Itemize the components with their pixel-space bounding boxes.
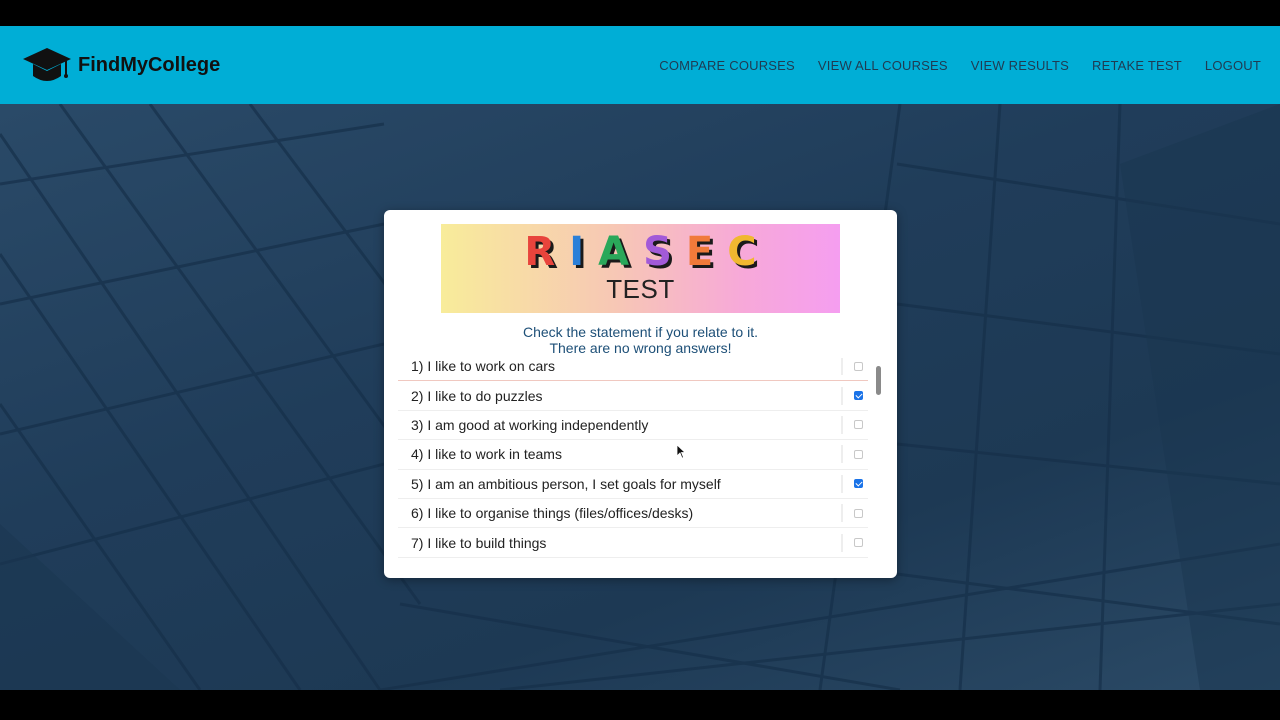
nav-view-results[interactable]: VIEW RESULTS	[971, 58, 1069, 73]
question-checkbox[interactable]	[854, 391, 863, 401]
question-text: 7) I like to build things	[411, 534, 547, 551]
brand[interactable]: FindMyCollege	[22, 46, 220, 84]
banner-letter: R	[524, 229, 570, 275]
banner-subtitle: TEST	[606, 274, 675, 304]
graduation-cap-icon	[23, 48, 71, 81]
question-row[interactable]: 2) I like to do puzzles	[398, 381, 868, 411]
nav-view-all-courses[interactable]: VIEW ALL COURSES	[818, 58, 948, 73]
question-row[interactable]: 6) I like to organise things (files/offi…	[398, 499, 868, 529]
question-row[interactable]: 7) I like to build things	[398, 528, 868, 558]
top-letterbox	[0, 0, 1280, 26]
question-row[interactable]: 3) I am good at working independently	[398, 411, 868, 441]
question-checkbox[interactable]	[854, 508, 863, 518]
question-text: 4) I like to work in teams	[411, 446, 562, 463]
navbar: FindMyCollege COMPARE COURSES VIEW ALL C…	[0, 26, 1280, 104]
question-list: 1) I like to work on cars 2) I like to do…	[398, 358, 868, 558]
list-scrollbar[interactable]	[876, 366, 881, 395]
question-list-container[interactable]: 1) I like to work on cars 2) I like to do…	[398, 358, 883, 561]
banner-letter: S	[643, 229, 686, 275]
instructions-line-2: There are no wrong answers!	[549, 340, 732, 356]
nav-links: COMPARE COURSES VIEW ALL COURSES VIEW RE…	[659, 58, 1261, 73]
question-row[interactable]: 5) I am an ambitious person, I set goals…	[398, 470, 868, 499]
checkbox-cell	[841, 358, 863, 376]
instructions-line-1: Check the statement if you relate to it.	[522, 324, 758, 340]
question-text: 2) I like to do puzzles	[411, 387, 543, 404]
instructions: Check the statement if you relate to it.…	[384, 324, 897, 356]
riasec-test-card: RIASEC TEST Check the statement if you r…	[384, 210, 897, 578]
banner-letter: I	[569, 229, 599, 275]
question-checkbox[interactable]	[854, 420, 863, 430]
question-row[interactable]: 1) I like to work on cars	[398, 358, 868, 382]
question-checkbox[interactable]	[854, 538, 863, 548]
nav-compare-courses[interactable]: COMPARE COURSES	[659, 58, 795, 73]
checkbox-cell	[841, 445, 863, 464]
nav-retake-test[interactable]: RETAKE TEST	[1092, 58, 1182, 73]
question-checkbox[interactable]	[854, 479, 863, 489]
question-text: 1) I like to work on cars	[411, 358, 555, 375]
nav-logout[interactable]: LOGOUT	[1205, 58, 1261, 73]
question-text: 5) I am an ambitious person, I set goals…	[411, 475, 721, 492]
banner-letter: A	[598, 229, 644, 275]
checkbox-cell	[841, 533, 863, 552]
banner-letter: E	[685, 229, 728, 275]
question-text: 3) I am good at working independently	[411, 416, 649, 433]
mouse-cursor-icon	[677, 445, 687, 459]
question-checkbox[interactable]	[854, 361, 863, 371]
checkbox-cell	[841, 386, 863, 405]
bottom-letterbox	[0, 690, 1280, 720]
question-text: 6) I like to organise things (files/offi…	[411, 505, 694, 522]
brand-name: FindMyCollege	[78, 53, 221, 76]
banner-title: RIASEC	[441, 230, 840, 274]
question-row[interactable]: 4) I like to work in teams	[398, 440, 868, 470]
checkbox-cell	[841, 415, 863, 434]
checkbox-cell	[841, 504, 863, 523]
riasec-banner: RIASEC TEST	[441, 224, 840, 313]
banner-letter: C	[727, 229, 771, 275]
checkbox-cell	[841, 474, 863, 493]
question-checkbox[interactable]	[854, 449, 863, 459]
